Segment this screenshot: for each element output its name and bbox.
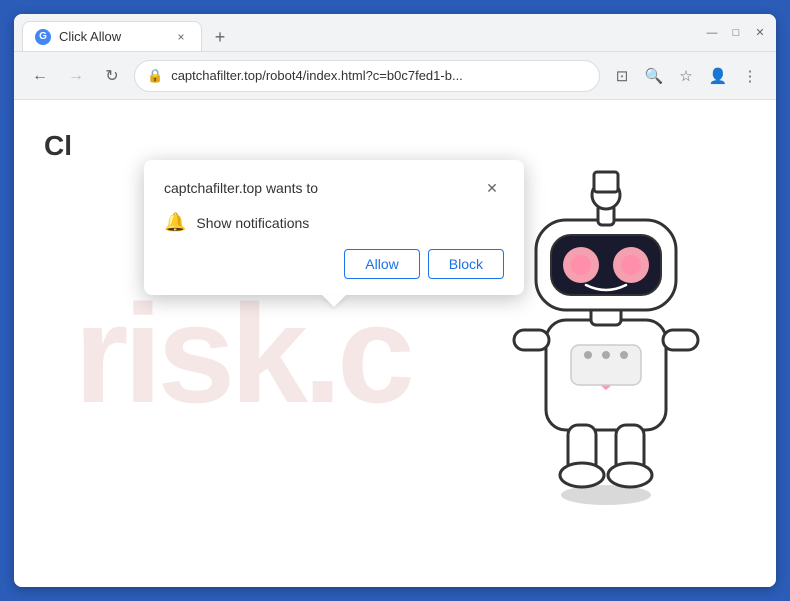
permission-dialog: captchafilter.top wants to ✕ 🔔 Show noti… bbox=[144, 160, 524, 295]
tab-favicon: G bbox=[35, 29, 51, 45]
address-bar[interactable]: 🔒 captchafilter.top/robot4/index.html?c=… bbox=[134, 60, 600, 92]
watermark-text: risk.c bbox=[74, 284, 410, 424]
close-button[interactable]: ✕ bbox=[752, 25, 768, 41]
browser-window: G Click Allow × + — □ ✕ ← → ↻ 🔒 captchaf… bbox=[14, 14, 776, 587]
dialog-header: captchafilter.top wants to ✕ bbox=[164, 176, 504, 200]
minimize-button[interactable]: — bbox=[704, 25, 720, 41]
navigation-bar: ← → ↻ 🔒 captchafilter.top/robot4/index.h… bbox=[14, 52, 776, 100]
lock-icon: 🔒 bbox=[147, 68, 163, 84]
dialog-close-button[interactable]: ✕ bbox=[480, 176, 504, 200]
maximize-button[interactable]: □ bbox=[728, 25, 744, 41]
dialog-title: captchafilter.top wants to bbox=[164, 180, 318, 196]
page-header: Cl bbox=[44, 130, 72, 162]
search-button[interactable]: 🔍 bbox=[640, 62, 668, 90]
block-button[interactable]: Block bbox=[428, 249, 504, 279]
forward-button[interactable]: → bbox=[62, 62, 90, 90]
nav-icons: ⊡ 🔍 ☆ 👤 ⋮ bbox=[608, 62, 764, 90]
tab-close-button[interactable]: × bbox=[173, 29, 189, 45]
account-button[interactable]: 👤 bbox=[704, 62, 732, 90]
refresh-button[interactable]: ↻ bbox=[98, 62, 126, 90]
page-content: risk.c Cl bbox=[14, 100, 776, 587]
dialog-tail bbox=[322, 295, 346, 307]
title-bar: G Click Allow × + — □ ✕ bbox=[14, 14, 776, 52]
translate-button[interactable]: ⊡ bbox=[608, 62, 636, 90]
dialog-description: Show notifications bbox=[196, 215, 309, 231]
bookmark-button[interactable]: ☆ bbox=[672, 62, 700, 90]
new-tab-button[interactable]: + bbox=[206, 23, 234, 51]
dialog-notification-row: 🔔 Show notifications bbox=[164, 212, 504, 233]
allow-button[interactable]: Allow bbox=[344, 249, 419, 279]
back-button[interactable]: ← bbox=[26, 62, 54, 90]
bell-icon: 🔔 bbox=[164, 212, 186, 233]
tab-area: G Click Allow × + bbox=[22, 14, 688, 51]
menu-button[interactable]: ⋮ bbox=[736, 62, 764, 90]
window-controls: — □ ✕ bbox=[688, 25, 768, 41]
active-tab[interactable]: G Click Allow × bbox=[22, 21, 202, 51]
address-text: captchafilter.top/robot4/index.html?c=b0… bbox=[171, 68, 587, 83]
robot-illustration bbox=[496, 130, 716, 510]
tab-title: Click Allow bbox=[59, 29, 165, 44]
dialog-actions: Allow Block bbox=[164, 249, 504, 279]
robot-svg bbox=[496, 130, 716, 510]
